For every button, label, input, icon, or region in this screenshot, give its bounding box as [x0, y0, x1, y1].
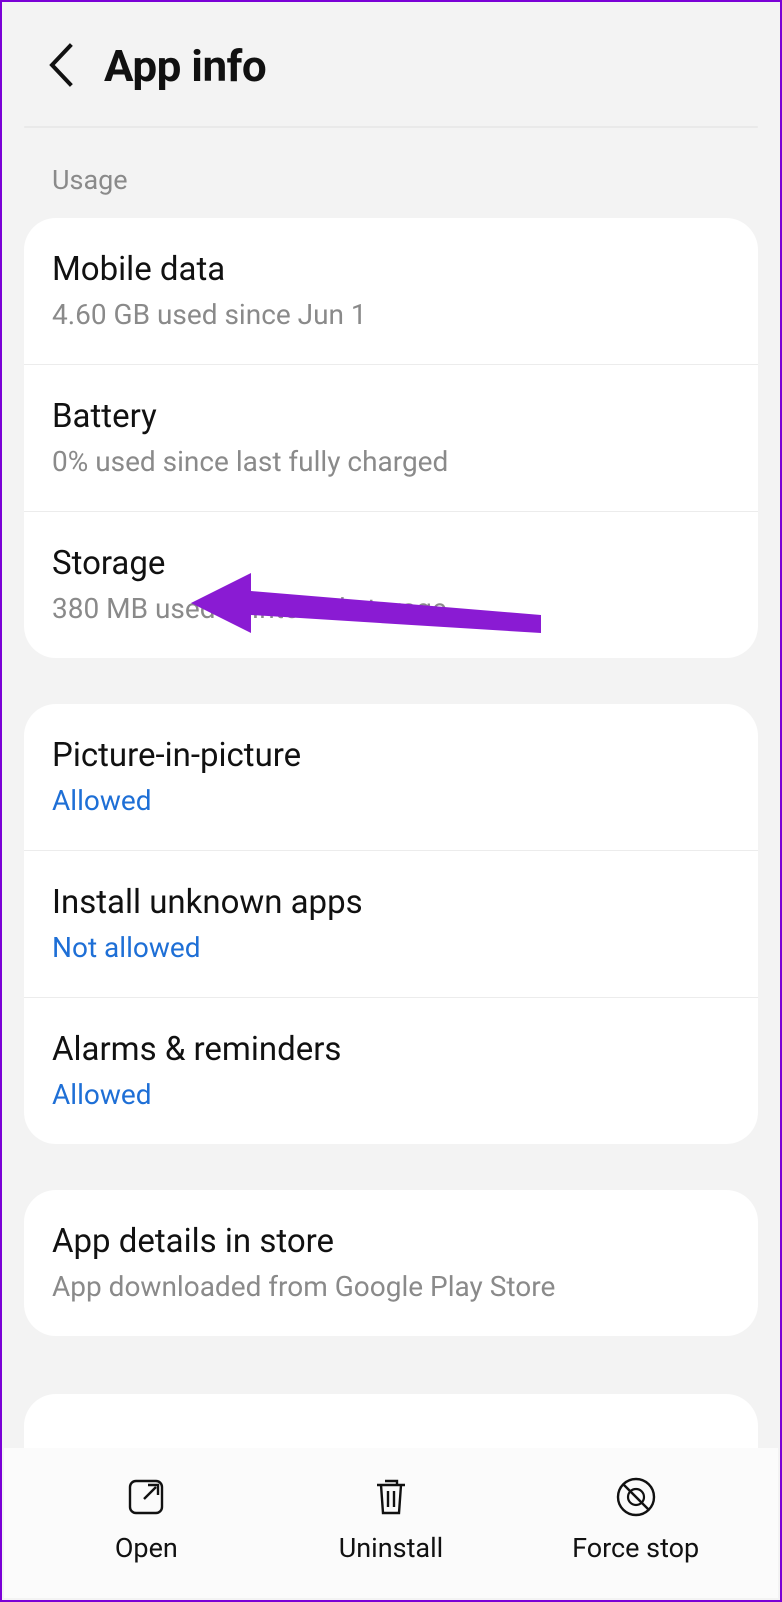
uninstall-button[interactable]: Uninstall: [301, 1472, 481, 1564]
header-divider: [24, 126, 758, 128]
row-title: Battery: [52, 397, 730, 436]
force-stop-label: Force stop: [572, 1532, 699, 1564]
force-stop-button[interactable]: Force stop: [546, 1472, 726, 1564]
open-icon: [121, 1472, 171, 1522]
row-title: Alarms & reminders: [52, 1030, 730, 1069]
app-bar: App info: [2, 2, 780, 126]
storage-row[interactable]: Storage 380 MB used in Internal storage: [24, 511, 758, 658]
row-status: Not allowed: [52, 930, 730, 965]
open-label: Open: [115, 1532, 178, 1564]
store-card: App details in store App downloaded from…: [24, 1190, 758, 1336]
trash-icon: [366, 1472, 416, 1522]
stop-icon: [611, 1472, 661, 1522]
alarms-reminders-row[interactable]: Alarms & reminders Allowed: [24, 997, 758, 1144]
permissions-card: Picture-in-picture Allowed Install unkno…: [24, 704, 758, 1144]
row-subtitle: 0% used since last fully charged: [52, 444, 730, 479]
usage-section-label: Usage: [2, 146, 780, 218]
app-details-in-store-row[interactable]: App details in store App downloaded from…: [24, 1190, 758, 1336]
back-button[interactable]: [46, 36, 76, 96]
open-button[interactable]: Open: [56, 1472, 236, 1564]
page-title: App info: [104, 40, 266, 92]
uninstall-label: Uninstall: [339, 1532, 443, 1564]
mobile-data-row[interactable]: Mobile data 4.60 GB used since Jun 1: [24, 218, 758, 364]
row-title: App details in store: [52, 1222, 730, 1261]
chevron-left-icon: [46, 42, 76, 88]
row-status: Allowed: [52, 1077, 730, 1112]
bottom-action-bar: Open Uninstall Force stop: [4, 1448, 778, 1598]
row-title: Mobile data: [52, 250, 730, 289]
row-subtitle: 380 MB used in Internal storage: [52, 591, 730, 626]
row-subtitle: App downloaded from Google Play Store: [52, 1269, 730, 1304]
row-subtitle: 4.60 GB used since Jun 1: [52, 297, 730, 332]
row-title: Picture-in-picture: [52, 736, 730, 775]
battery-row[interactable]: Battery 0% used since last fully charged: [24, 364, 758, 511]
row-title: Storage: [52, 544, 730, 583]
picture-in-picture-row[interactable]: Picture-in-picture Allowed: [24, 704, 758, 850]
row-status: Allowed: [52, 783, 730, 818]
row-title: Install unknown apps: [52, 883, 730, 922]
install-unknown-apps-row[interactable]: Install unknown apps Not allowed: [24, 850, 758, 997]
usage-card: Mobile data 4.60 GB used since Jun 1 Bat…: [24, 218, 758, 658]
